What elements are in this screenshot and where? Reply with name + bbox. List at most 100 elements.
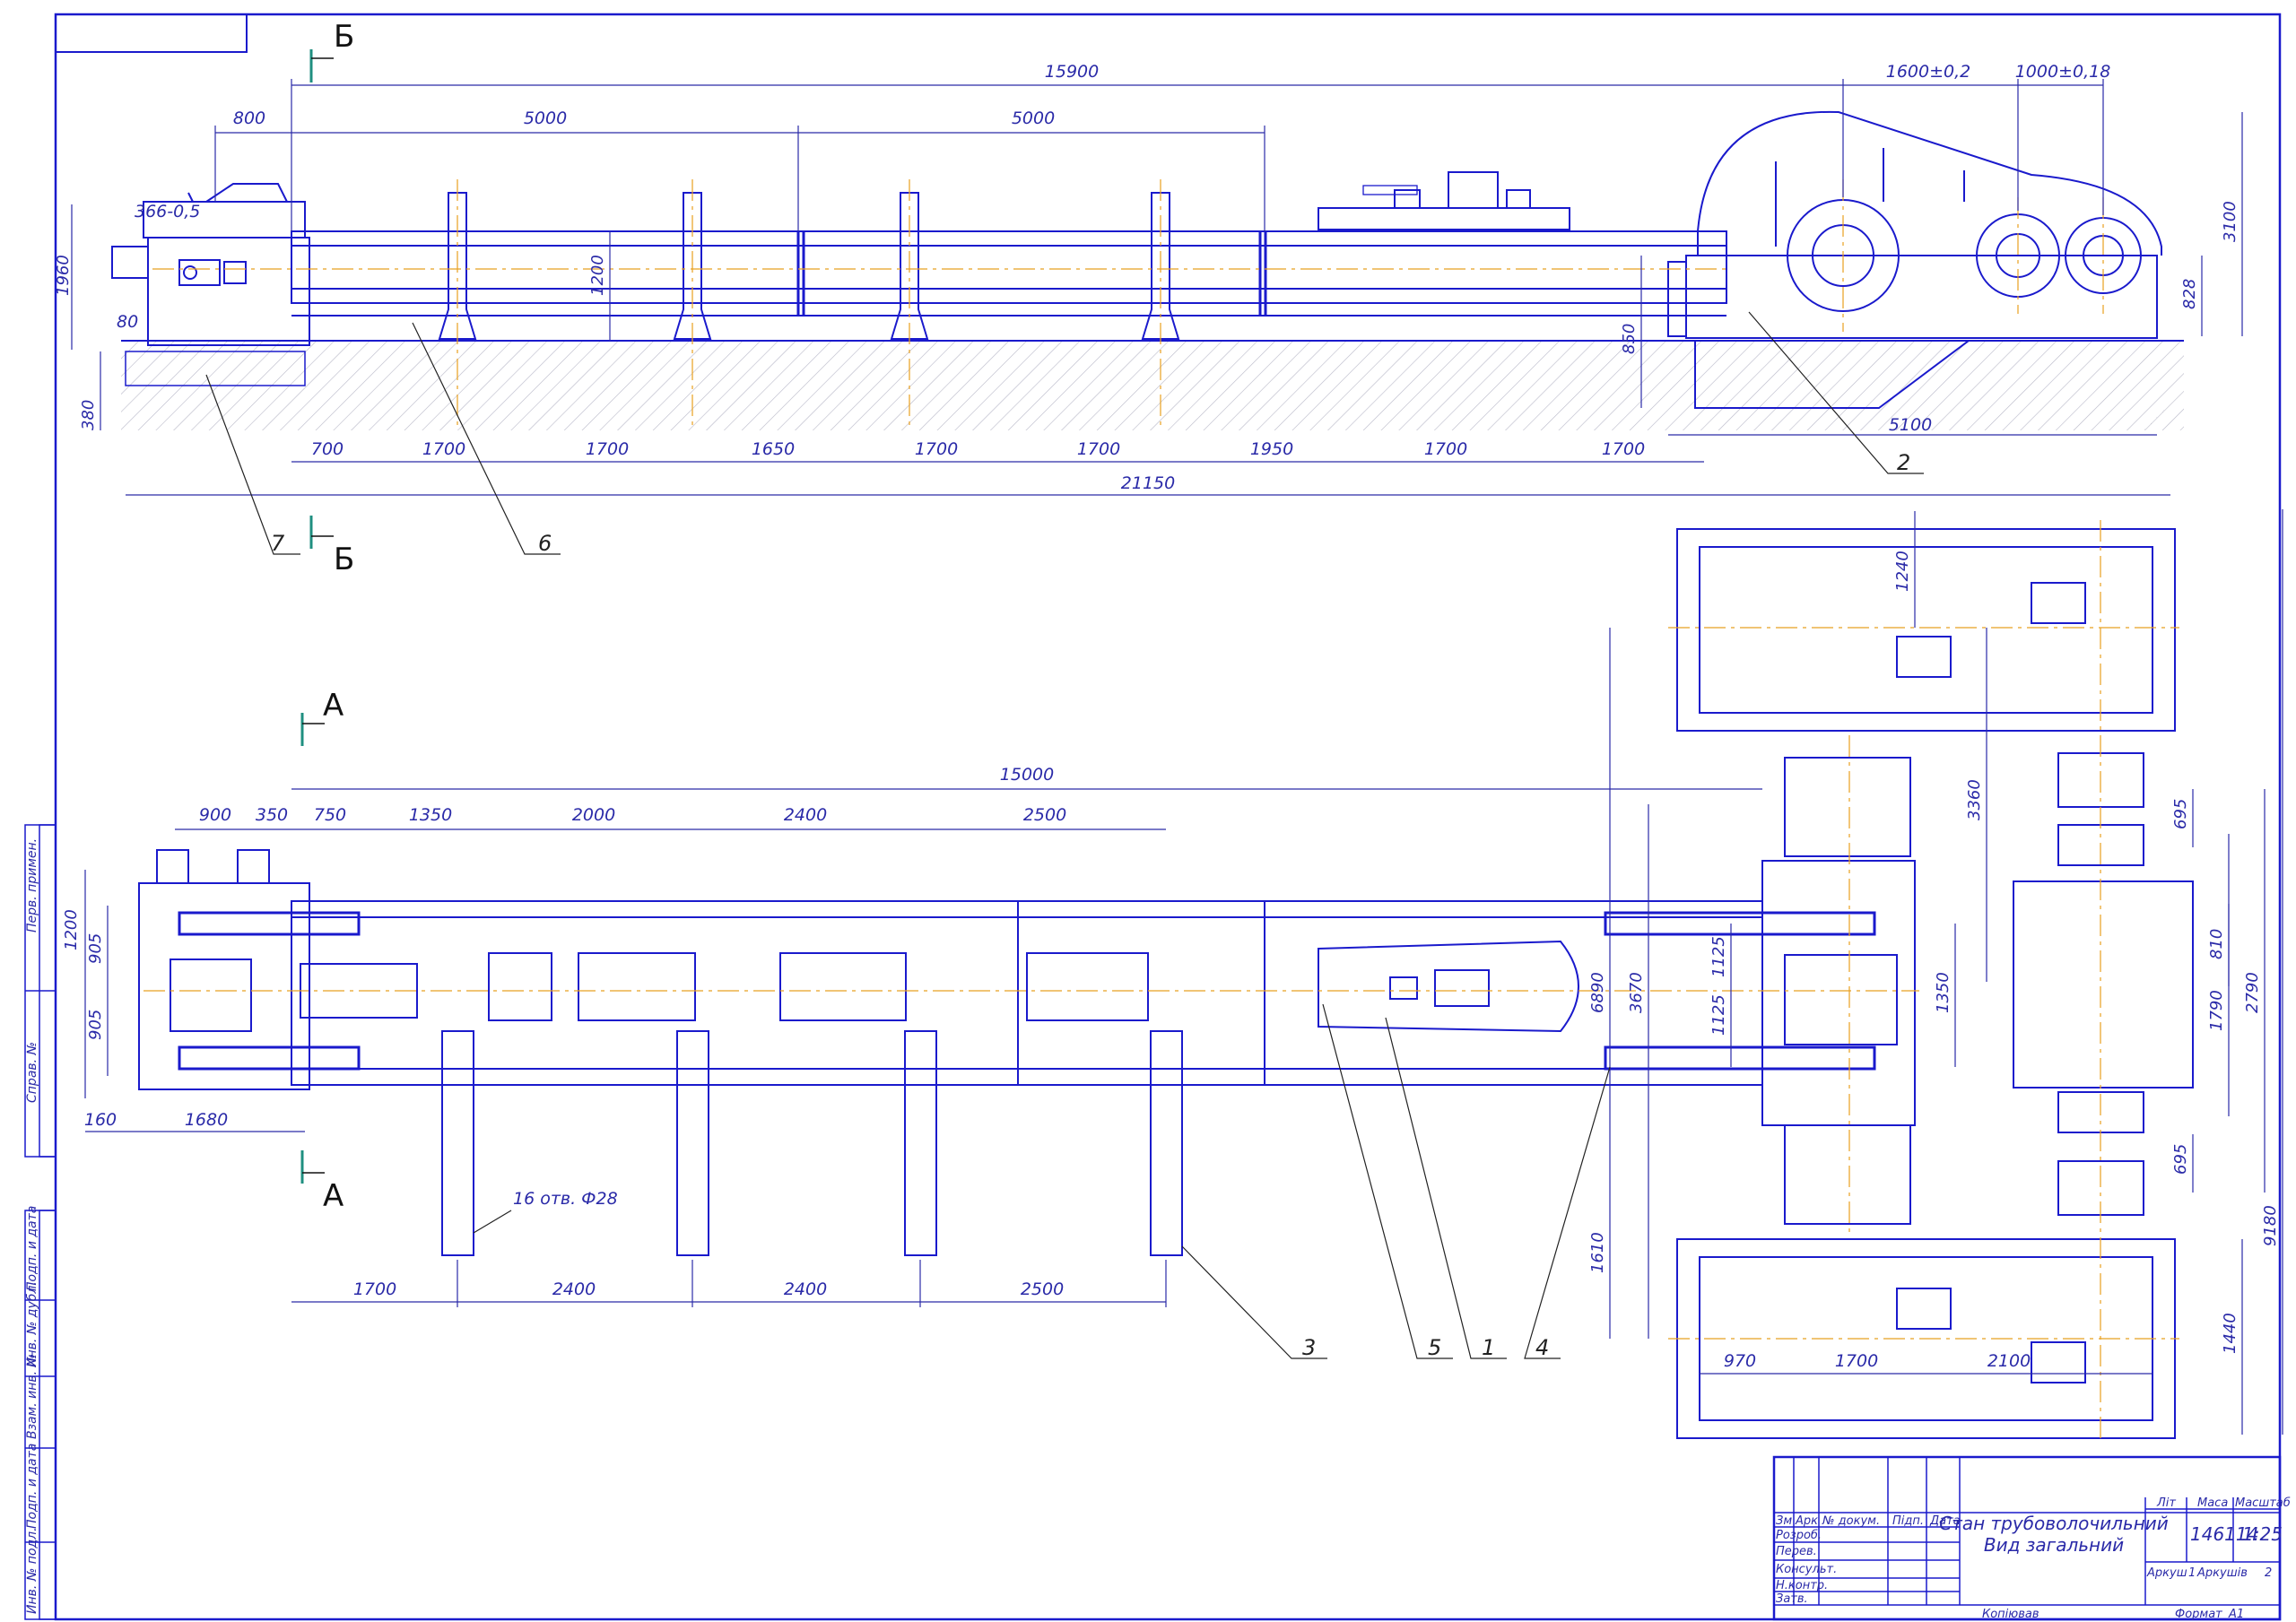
dim-5000-a: 5000	[524, 108, 567, 128]
tb-title-1: Стан трубоволочильний	[1939, 1513, 2169, 1534]
dim-2100: 2100	[1987, 1351, 2031, 1371]
title-block-text: Зм Арк № докум. Підп. Дата Розроб. Перев…	[1776, 1496, 2291, 1621]
stamp-podl: Инв. № подл.	[25, 1527, 39, 1614]
tb-razrob: Розроб.	[1776, 1529, 1822, 1542]
holes-note: 16 отв. Ф28	[513, 1189, 618, 1209]
tb-sheets-no: 2	[2265, 1566, 2272, 1580]
part-label-3: 3	[1302, 1335, 1316, 1360]
section-arrows	[302, 57, 334, 1174]
dim-bottom-5: 1700	[915, 439, 958, 459]
dim-top-5: 2500	[1023, 805, 1066, 825]
dim-905-b: 905	[86, 1010, 105, 1040]
section-mark-b-bottom: Б	[334, 542, 354, 577]
plan-leaders	[473, 1003, 1611, 1359]
dim-bottom-4: 1650	[752, 439, 795, 459]
stamp-podp1: Подп. и дата	[25, 1206, 39, 1291]
part-label-2: 2	[1897, 450, 1910, 475]
drawing-canvas: Перв. примен. Справ. № Подп. и дата Инв.…	[24, 13, 2291, 1621]
dim-5100: 5100	[1889, 415, 1932, 435]
dim-366: 366-0,5	[135, 202, 200, 221]
tb-nkontr: Н.контр.	[1776, 1579, 1828, 1592]
dim-3360: 3360	[1965, 779, 1984, 820]
part-label-6: 6	[538, 531, 552, 556]
tb-sign: Підп.	[1892, 1514, 1924, 1528]
dim-900: 900	[199, 805, 231, 825]
section-mark-b-top: Б	[334, 19, 354, 55]
dim-350: 350	[256, 805, 288, 825]
tb-perev: Перев.	[1776, 1545, 1817, 1558]
plan-bottom-dims: 1700 2400 2400 2500	[353, 1279, 1064, 1299]
dim-15900: 15900	[1045, 62, 1099, 82]
dim-5000-b: 5000	[1012, 108, 1055, 128]
dim-905-a: 905	[86, 933, 105, 964]
elevation-bottom-dims: 700 1700 1700 1650 1700 1700 1950 1700 1…	[311, 439, 1645, 459]
dim-828: 828	[2180, 279, 2199, 309]
tb-scale-value: 1:25	[2242, 1523, 2283, 1545]
dim-850: 850	[1620, 324, 1639, 354]
dim-1960: 1960	[54, 255, 73, 296]
dim-1240: 1240	[1893, 551, 1912, 592]
dim-1790: 1790	[2207, 990, 2226, 1031]
section-mark-a-top: А	[323, 688, 344, 724]
elevation-labels: 7 6 2	[271, 450, 1910, 556]
dim-9180: 9180	[2261, 1205, 2280, 1246]
dim-1200-elev: 1200	[588, 255, 607, 296]
dim-810: 810	[2207, 929, 2226, 959]
dim-pbot-3: 2400	[784, 1279, 827, 1299]
tb-mass: Маса	[2197, 1496, 2228, 1510]
dim-1350: 1350	[1934, 972, 1952, 1013]
dim-bottom-6: 1700	[1077, 439, 1120, 459]
dim-bottom-3: 1700	[586, 439, 629, 459]
plan-centerlines	[144, 520, 2179, 1444]
tb-sheet: Аркуш	[2146, 1566, 2187, 1580]
dim-1125-a: 1125	[1709, 936, 1728, 977]
tb-scale: Масштаб	[2235, 1496, 2291, 1510]
ground-hatch	[121, 340, 2184, 430]
tb-copied: Копіював	[1982, 1608, 2039, 1621]
dim-1200-plan: 1200	[62, 909, 81, 950]
dim-top-3: 2000	[572, 805, 615, 825]
plan-dims: 15000 900 350 1200 905 905 160 1680 16 о…	[62, 551, 2280, 1371]
side-stamp-labels: Перв. примен. Справ. № Подп. и дата Инв.…	[25, 838, 39, 1614]
plan-labels: 3 5 1 4	[1302, 1335, 1549, 1360]
dim-15000: 15000	[1000, 765, 1054, 785]
stamp-perv: Перв. примен.	[25, 838, 39, 932]
tb-sheets: Аркушів	[2196, 1566, 2248, 1580]
dim-top-1: 750	[314, 805, 346, 825]
dim-3100: 3100	[2221, 201, 2239, 242]
dim-2790: 2790	[2243, 972, 2262, 1013]
tb-zatv: Затв.	[1776, 1592, 1808, 1606]
part-label-1: 1	[1482, 1335, 1495, 1360]
dim-800: 800	[233, 108, 265, 128]
tb-format: Формат	[2175, 1608, 2222, 1621]
dim-695-a: 695	[2171, 799, 2190, 829]
dim-1000: 1000±0,18	[2015, 62, 2111, 82]
stamp-sprav: Справ. №	[25, 1042, 39, 1103]
dim-bottom-8: 1700	[1424, 439, 1467, 459]
tb-doc: № докум.	[1822, 1514, 1880, 1528]
dim-top-4: 2400	[784, 805, 827, 825]
dim-pbot-2: 2400	[552, 1279, 596, 1299]
plan-dim-lines	[84, 509, 2283, 1435]
tb-lit: Літ	[2156, 1496, 2176, 1510]
part-label-7: 7	[271, 531, 285, 556]
dim-1680: 1680	[185, 1110, 228, 1130]
dim-1600: 1600±0,2	[1886, 62, 1971, 82]
dim-80: 80	[117, 312, 138, 332]
part-label-4: 4	[1535, 1335, 1549, 1360]
tb-title-2: Вид загальний	[1984, 1534, 2124, 1556]
dim-6890: 6890	[1588, 972, 1607, 1013]
dim-970: 970	[1724, 1351, 1756, 1371]
plan-top-dims: 750 1350 2000 2400 2500	[314, 805, 1066, 825]
drawing-sheet: Перв. примен. Справ. № Подп. и дата Инв.…	[0, 0, 2296, 1622]
part-label-5: 5	[1428, 1335, 1441, 1360]
dim-bottom-1: 700	[311, 439, 344, 459]
dim-pbot-4: 2500	[1021, 1279, 1064, 1299]
dim-160: 160	[84, 1110, 117, 1130]
dim-1610: 1610	[1588, 1232, 1607, 1273]
dim-bottom-2: 1700	[422, 439, 465, 459]
dim-1125-b: 1125	[1709, 994, 1728, 1036]
dim-bottom-7: 1950	[1250, 439, 1293, 459]
dim-1440: 1440	[2221, 1313, 2239, 1354]
dim-3670: 3670	[1627, 972, 1646, 1013]
